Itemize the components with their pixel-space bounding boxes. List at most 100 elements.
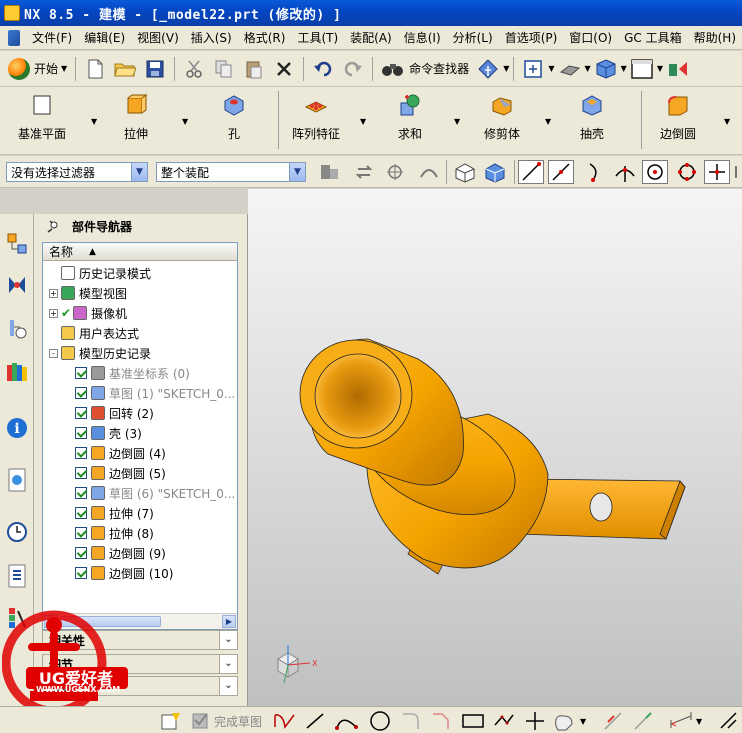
tree-node[interactable]: 基准坐标系 (0): [75, 363, 190, 383]
orient-view-button[interactable]: [593, 56, 619, 82]
menu-file[interactable]: 文件(F): [26, 29, 78, 46]
start-button[interactable]: 开始 ▼: [4, 55, 71, 83]
menu-format[interactable]: 格式(R): [238, 29, 292, 46]
wave-geometry-button[interactable]: [665, 56, 691, 82]
visibility-checkbox[interactable]: [75, 427, 87, 439]
tree-node[interactable]: 拉伸 (7): [75, 503, 154, 523]
quick-trim-button[interactable]: [602, 710, 626, 732]
menu-view[interactable]: 视图(V): [131, 29, 185, 46]
menu-help[interactable]: 帮助(H): [688, 29, 742, 46]
tree-node[interactable]: 拉伸 (8): [75, 523, 154, 543]
menu-preferences[interactable]: 首选项(P): [499, 29, 564, 46]
type-filter-select[interactable]: 没有选择过滤器 ▼: [6, 162, 148, 182]
tree-node[interactable]: 边倒圆 (10): [75, 563, 173, 583]
hole-button[interactable]: 孔: [222, 91, 246, 149]
background-button[interactable]: [629, 56, 655, 82]
web-browser-tab[interactable]: [3, 464, 31, 496]
visibility-checkbox[interactable]: [75, 387, 87, 399]
assembly-filter-button[interactable]: [316, 159, 342, 185]
chevron-down-icon[interactable]: ▼: [91, 117, 97, 126]
tree-node[interactable]: 用户表达式: [49, 323, 139, 343]
snap-point-button[interactable]: [382, 159, 408, 185]
finish-sketch-button[interactable]: 完成草图: [190, 710, 262, 732]
extrude-button[interactable]: 拉伸: [124, 91, 148, 149]
menu-window[interactable]: 窗口(O): [563, 29, 618, 46]
paste-button[interactable]: [241, 56, 267, 82]
snap-control-point-button[interactable]: [582, 159, 608, 185]
datum-plane-button[interactable]: 基准平面: [18, 91, 66, 149]
undo-button[interactable]: [310, 56, 336, 82]
fit-view-button[interactable]: [520, 56, 546, 82]
menu-edit[interactable]: 编辑(E): [78, 29, 131, 46]
snap-endpoint-button[interactable]: [518, 160, 544, 184]
visibility-checkbox[interactable]: [75, 507, 87, 519]
point-button[interactable]: [524, 710, 546, 732]
command-finder-button[interactable]: 命令查找器: [377, 60, 473, 77]
chevron-down-icon[interactable]: ▼: [454, 117, 460, 126]
chevron-down-icon[interactable]: ▼: [724, 117, 730, 126]
tree-node[interactable]: 边倒圆 (9): [75, 543, 166, 563]
menu-gc-toolbox[interactable]: GC 工具箱: [618, 29, 688, 46]
delete-button[interactable]: [271, 56, 297, 82]
chevron-down-icon[interactable]: ▼: [548, 64, 554, 73]
snap-midpoint-button[interactable]: [548, 160, 574, 184]
polygon-button[interactable]: [492, 710, 516, 732]
navigator-tree[interactable]: 名称 ▲ 历史记录模式 + 模型视图 + ✔ 摄像机 用户表达式 - 模型历史记录 基准坐标系 (…: [42, 242, 238, 630]
column-header-name[interactable]: 名称 ▲: [43, 243, 237, 261]
copy-button[interactable]: [211, 56, 237, 82]
selection-scope-select[interactable]: 整个装配 ▼: [156, 162, 306, 182]
assembly-navigator-tab[interactable]: [3, 228, 31, 260]
line-button[interactable]: [304, 710, 326, 732]
chevron-down-icon[interactable]: ▼: [182, 117, 188, 126]
arc-button[interactable]: [334, 710, 360, 732]
menu-tools[interactable]: 工具(T): [291, 29, 344, 46]
tree-node[interactable]: 边倒圆 (5): [75, 463, 166, 483]
menu-info[interactable]: 信息(I): [398, 29, 447, 46]
visibility-checkbox[interactable]: [75, 367, 87, 379]
reuse-library-tab[interactable]: [3, 356, 31, 388]
wireframe-view-button[interactable]: [452, 159, 478, 185]
chevron-down-icon[interactable]: ▼: [360, 117, 366, 126]
snap-intersection-button[interactable]: [612, 159, 638, 185]
constraint-button[interactable]: [718, 710, 740, 732]
tree-node[interactable]: 草图 (6) "SKETCH_0...: [75, 483, 235, 503]
curve-rule-button[interactable]: [416, 159, 442, 185]
dimension-button[interactable]: ▼: [668, 710, 702, 732]
visibility-checkbox[interactable]: [75, 567, 87, 579]
visibility-checkbox[interactable]: [75, 487, 87, 499]
profile-button[interactable]: [272, 710, 298, 732]
render-style-button[interactable]: [557, 56, 583, 82]
visibility-checkbox[interactable]: [75, 467, 87, 479]
menu-assembly[interactable]: 装配(A): [344, 29, 398, 46]
visibility-checkbox[interactable]: [75, 407, 87, 419]
fillet-button[interactable]: [400, 710, 424, 732]
circle-button[interactable]: [368, 710, 392, 732]
expand-icon[interactable]: +: [49, 308, 58, 318]
save-button[interactable]: [142, 56, 168, 82]
select-all-button[interactable]: [352, 159, 378, 185]
shell-button[interactable]: 抽壳: [580, 91, 604, 149]
part-navigator-tab[interactable]: [3, 314, 31, 346]
collapse-icon[interactable]: -: [49, 348, 58, 358]
chevron-down-icon[interactable]: ▼: [657, 64, 663, 73]
info-tab[interactable]: i: [3, 412, 31, 444]
chamfer-button[interactable]: [430, 710, 454, 732]
tree-node[interactable]: 草图 (1) "SKETCH_0...: [75, 383, 235, 403]
unite-button[interactable]: 求和: [398, 91, 422, 149]
visibility-checkbox[interactable]: [75, 547, 87, 559]
pin-icon[interactable]: [46, 219, 60, 233]
tree-node[interactable]: - 模型历史记录: [49, 343, 151, 363]
snap-more-button[interactable]: [734, 159, 742, 185]
pattern-feature-button[interactable]: 阵列特征: [292, 91, 340, 149]
rectangle-button[interactable]: [460, 710, 486, 732]
snap-arc-center-button[interactable]: [642, 160, 668, 184]
edge-blend-button[interactable]: 边倒圆: [660, 91, 696, 149]
new-file-button[interactable]: [82, 56, 108, 82]
tree-node[interactable]: + ✔ 摄像机: [49, 303, 127, 323]
constraint-navigator-tab[interactable]: [3, 270, 31, 302]
trim-body-button[interactable]: 修剪体: [484, 91, 520, 149]
sketch-button[interactable]: [160, 710, 182, 732]
cut-button[interactable]: [181, 56, 207, 82]
expand-icon[interactable]: +: [49, 288, 58, 298]
offset-curve-button[interactable]: ▼: [552, 710, 586, 732]
